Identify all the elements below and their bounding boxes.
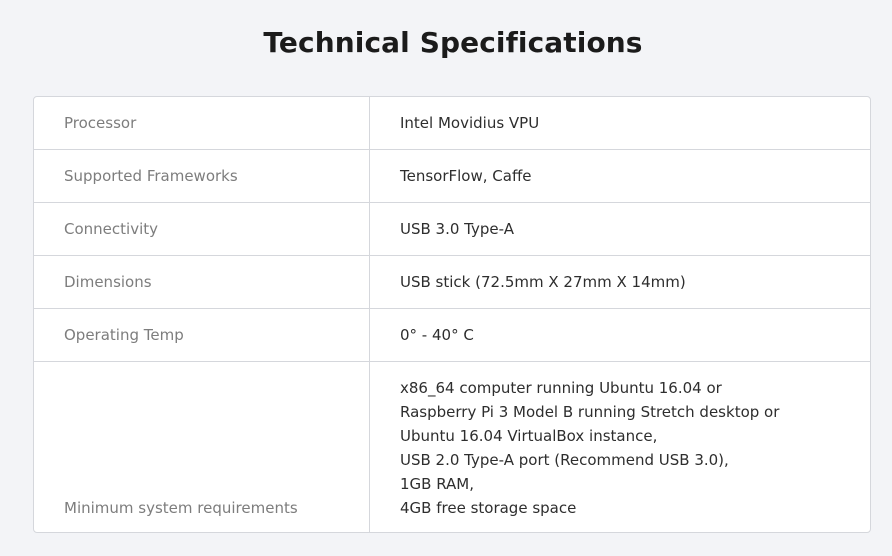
requirement-line: Ubuntu 16.04 VirtualBox instance, (400, 427, 658, 445)
spec-label: Processor (34, 97, 370, 149)
spec-label: Operating Temp (34, 309, 370, 361)
requirement-line: USB 2.0 Type-A port (Recommend USB 3.0), (400, 451, 729, 469)
spec-value: TensorFlow, Caffe (400, 167, 532, 185)
requirement-line: Raspberry Pi 3 Model B running Stretch d… (400, 403, 780, 421)
spec-row-frameworks: Supported Frameworks TensorFlow, Caffe (34, 150, 870, 203)
requirement-line: x86_64 computer running Ubuntu 16.04 or (400, 379, 722, 397)
spec-row-dimensions: Dimensions USB stick (72.5mm X 27mm X 14… (34, 256, 870, 309)
spec-value-requirements: x86_64 computer running Ubuntu 16.04 or … (370, 362, 870, 532)
spec-value: USB stick (72.5mm X 27mm X 14mm) (400, 273, 686, 291)
spec-table: Processor Intel Movidius VPU Supported F… (33, 96, 871, 533)
requirement-line: 4GB free storage space (400, 499, 577, 517)
spec-value: 0° - 40° C (400, 326, 474, 344)
spec-label: Connectivity (34, 203, 370, 255)
page-title: Technical Specifications (263, 26, 643, 59)
spec-value: Intel Movidius VPU (400, 114, 540, 132)
spec-row-processor: Processor Intel Movidius VPU (34, 97, 870, 150)
requirement-line: 1GB RAM, (400, 475, 475, 493)
spec-row-system-requirements: Minimum system requirements x86_64 compu… (34, 362, 870, 532)
spec-row-operating-temp: Operating Temp 0° - 40° C (34, 309, 870, 362)
spec-label: Supported Frameworks (34, 150, 370, 202)
spec-row-connectivity: Connectivity USB 3.0 Type-A (34, 203, 870, 256)
spec-label: Dimensions (34, 256, 370, 308)
spec-label: Minimum system requirements (34, 362, 370, 532)
spec-value: USB 3.0 Type-A (400, 220, 514, 238)
page: Technical Specifications Processor Intel… (0, 0, 892, 556)
